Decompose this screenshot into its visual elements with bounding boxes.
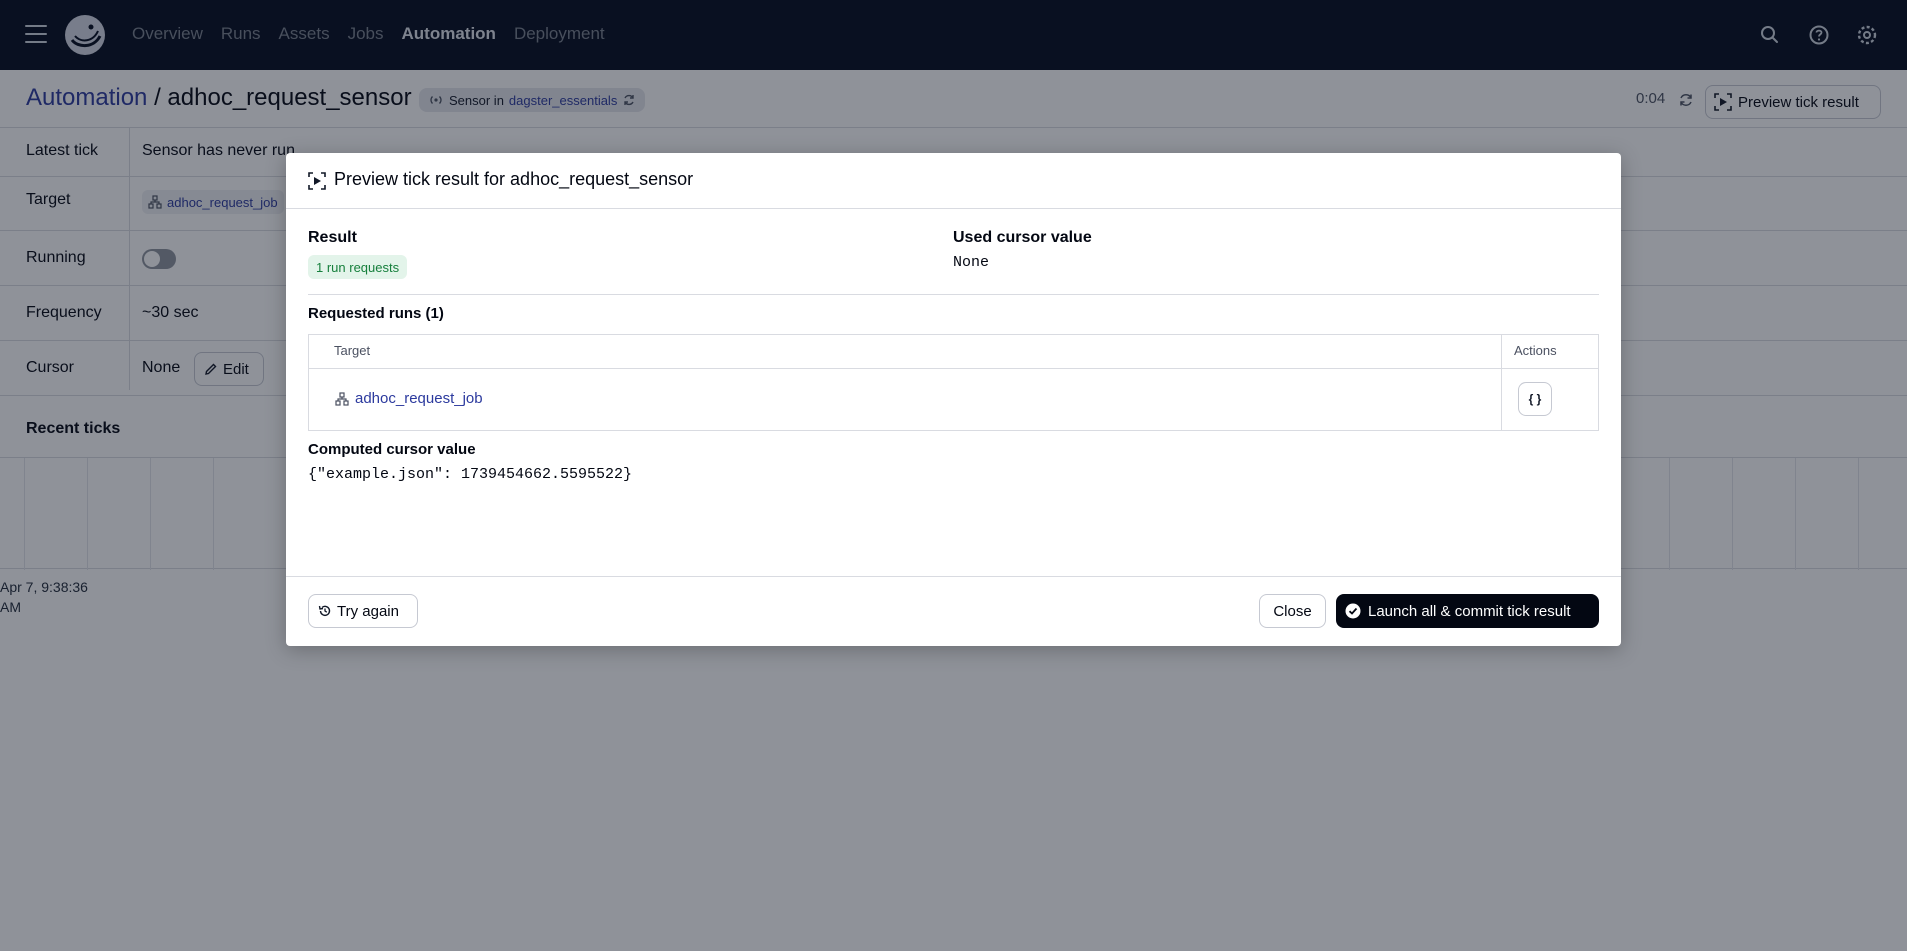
- column-divider: [1501, 335, 1502, 430]
- preview-icon: [308, 172, 326, 190]
- requested-runs-table: Target Actions adhoc_request_job { }: [308, 334, 1599, 431]
- view-run-config-button[interactable]: { }: [1518, 382, 1552, 416]
- col-target: Target: [334, 343, 371, 358]
- close-label: Close: [1273, 602, 1312, 620]
- result-label: Result: [308, 229, 357, 246]
- table-header: Target Actions: [309, 335, 1598, 369]
- col-actions: Actions: [1514, 343, 1557, 358]
- computed-cursor-value: {"example.json": 1739454662.5595522}: [308, 466, 633, 483]
- used-cursor-label: Used cursor value: [953, 229, 1092, 246]
- launch-commit-label: Launch all & commit tick result: [1368, 602, 1571, 620]
- launch-commit-button[interactable]: Launch all & commit tick result: [1336, 594, 1599, 628]
- dialog-footer: Try again Close Launch all & commit tick…: [286, 576, 1621, 646]
- computed-cursor-label: Computed cursor value: [308, 441, 476, 458]
- table-row: adhoc_request_job: [335, 390, 483, 407]
- dialog-header: Preview tick result for adhoc_request_se…: [286, 153, 1621, 209]
- job-icon: [335, 391, 349, 406]
- history-icon: [318, 605, 331, 617]
- try-again-label: Try again: [337, 602, 399, 620]
- dialog-divider: [308, 294, 1599, 295]
- requested-runs-label: Requested runs (1): [308, 305, 444, 322]
- preview-tick-dialog: Preview tick result for adhoc_request_se…: [286, 153, 1621, 646]
- close-button[interactable]: Close: [1259, 594, 1326, 628]
- used-cursor-value: None: [953, 254, 990, 271]
- check-circle-icon: [1345, 603, 1361, 619]
- code-braces-icon: { }: [1528, 392, 1542, 406]
- dialog-title: Preview tick result for adhoc_request_se…: [334, 169, 694, 189]
- result-badge: 1 run requests: [308, 255, 408, 279]
- run-target-link[interactable]: adhoc_request_job: [355, 390, 483, 407]
- try-again-button[interactable]: Try again: [308, 594, 418, 628]
